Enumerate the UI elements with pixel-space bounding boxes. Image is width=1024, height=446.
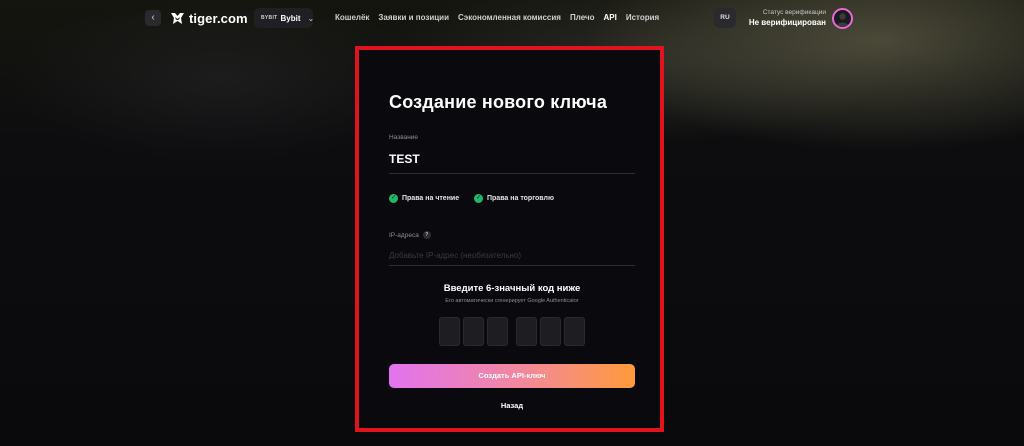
verification-status[interactable]: Статус верификации Не верифицирован: [749, 9, 826, 27]
logo[interactable]: tiger.com ×: [170, 9, 261, 27]
name-underline: [389, 173, 635, 174]
bybit-logo: BYBIT: [261, 15, 278, 21]
tiger-logo-icon: [170, 11, 185, 26]
ip-address-input[interactable]: [389, 247, 635, 263]
code-title: Введите 6-значный код ниже: [443, 283, 581, 294]
verification-value: Не верифицирован: [748, 18, 826, 27]
nav-item-api[interactable]: API: [603, 13, 616, 22]
read-permission-label: Права на чтение: [402, 195, 460, 202]
logo-text: tiger.com: [189, 10, 248, 26]
page-title: Создание нового ключа: [389, 92, 608, 112]
name-field[interactable]: TEST: [389, 152, 420, 166]
nav-item-wallet[interactable]: Кошелёк: [335, 13, 369, 22]
create-api-key-button[interactable]: Создать API-ключ: [389, 364, 635, 388]
code-digit-input[interactable]: [487, 317, 508, 346]
checkmark-icon: ✓: [389, 194, 398, 203]
code-digit-input[interactable]: [463, 317, 484, 346]
verification-label: Статус верификации: [762, 9, 826, 16]
name-label: Название: [389, 134, 419, 141]
ip-underline: [389, 265, 635, 266]
checkmark-icon: ✓: [474, 194, 483, 203]
trade-permission-checkbox[interactable]: ✓ Права на торговлю: [474, 194, 554, 203]
ip-label-text: IP-адреса: [389, 231, 419, 239]
user-icon: [836, 13, 849, 27]
chevron-down-icon: ⌄: [307, 13, 315, 23]
exchange-selector[interactable]: BYBIT Bybit ⌄: [254, 8, 315, 28]
ip-label: IP-адреса ?: [389, 231, 431, 239]
exchange-name: Bybit: [280, 13, 301, 23]
top-header: ‹ tiger.com × BYBIT Bybit ⌄ Кошелёк Заяв…: [0, 0, 1024, 38]
nav-item-leverage[interactable]: Плечо: [570, 13, 595, 22]
main-nav: Кошелёк Заявки и позиции Сэкономленная к…: [335, 13, 659, 22]
nav-item-saved-commission[interactable]: Сэкономленная комиссия: [458, 13, 561, 22]
nav-item-orders[interactable]: Заявки и позиции: [378, 13, 449, 22]
language-switch[interactable]: RU: [714, 8, 736, 28]
read-permission-checkbox[interactable]: ✓ Права на чтение: [389, 194, 459, 203]
code-digit-input[interactable]: [516, 317, 537, 346]
info-icon[interactable]: ?: [422, 231, 431, 239]
trade-permission-label: Права на торговлю: [487, 195, 554, 202]
code-digit-input[interactable]: [439, 317, 460, 346]
code-subtitle: Его автоматически сгенерирует Google Aut…: [445, 298, 579, 304]
back-link[interactable]: Назад: [389, 401, 635, 410]
nav-item-history[interactable]: История: [626, 13, 659, 22]
chevron-left-icon: ‹: [151, 12, 155, 23]
code-digit-input[interactable]: [564, 317, 585, 346]
code-digit-input[interactable]: [540, 317, 561, 346]
back-button[interactable]: ‹: [145, 10, 161, 26]
avatar[interactable]: [832, 8, 853, 29]
